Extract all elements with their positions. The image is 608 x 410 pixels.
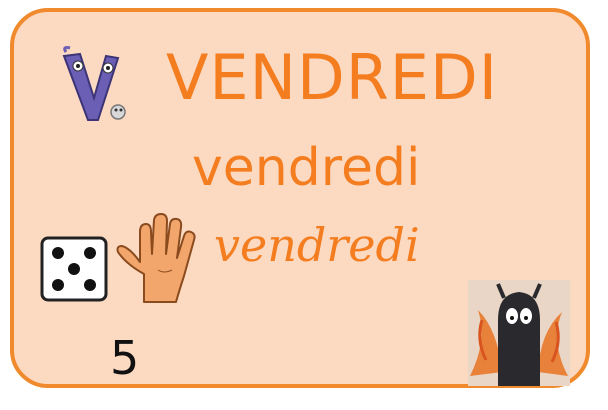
day-card: VENDREDI vendredi vendredi 5 [10,8,590,388]
day-number: 5 [110,331,140,385]
letter-v-character-icon [62,46,126,121]
day-title-lowercase: vendredi [192,138,421,198]
monster-picture [468,280,570,386]
day-title-cursive: vendredi [214,218,420,272]
die-five-icon [40,236,108,302]
hand-five-fingers-icon [116,213,196,303]
day-title-uppercase: VENDREDI [166,41,498,114]
